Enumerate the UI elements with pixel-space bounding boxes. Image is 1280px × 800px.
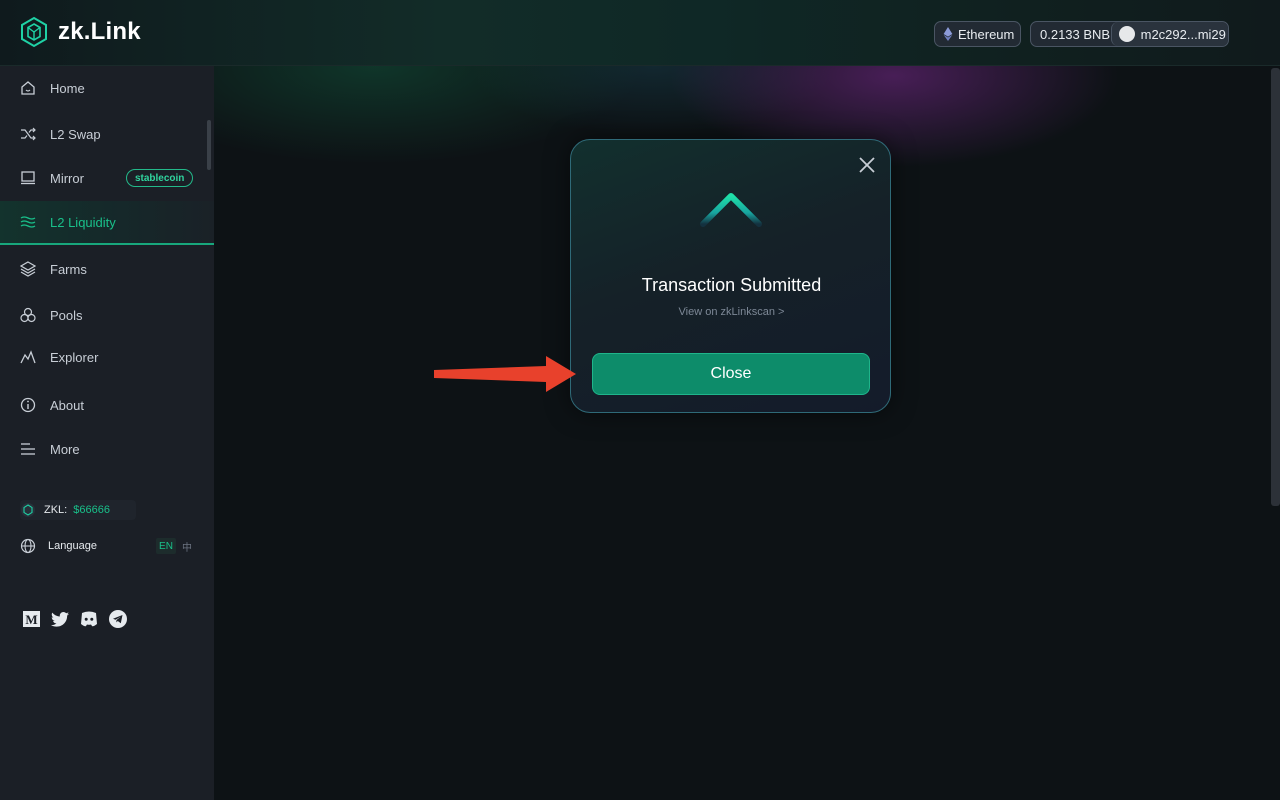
network-label: Ethereum [958,26,1015,42]
liquidity-icon [20,216,36,228]
sidebar-item-pools[interactable]: Pools [0,293,214,337]
sidebar-item-label: Home [50,80,85,96]
layers-icon [20,261,36,277]
network-selector[interactable]: Ethereum [934,21,1021,47]
wallet-address: m2c292...mi29 [1140,26,1226,42]
sidebar-item-more[interactable]: More [0,427,214,471]
chart-line-icon [20,350,36,364]
mirror-icon [21,171,35,185]
zkl-label: ZKL: [44,504,68,516]
close-icon[interactable] [857,155,877,175]
sidebar-item-l2-swap[interactable]: L2 Swap [0,112,214,156]
annotation-arrow-icon [434,356,576,392]
svg-text:M: M [25,612,37,627]
info-icon [20,397,36,413]
logo-text: zk.Link [58,18,141,45]
avatar [1118,26,1135,42]
menu-icon [21,443,35,455]
wallet-address-chip[interactable]: m2c292...mi29 [1110,22,1228,46]
wallet-button[interactable]: 0.2133 BNB m2c292...mi29 [1030,21,1229,47]
twitter-icon[interactable] [51,610,69,628]
sidebar-item-explorer[interactable]: Explorer [0,335,214,379]
globe-icon [20,538,36,554]
language-en-option[interactable]: EN [156,538,176,554]
zklink-logo-icon [21,16,47,48]
sidebar-item-home[interactable]: Home [0,66,214,110]
telegram-icon[interactable] [109,610,127,628]
zkl-token-icon [21,503,35,517]
sidebar-item-label: About [50,397,84,413]
zkl-price: $66666 [73,504,110,516]
sidebar-item-l2-liquidity[interactable]: L2 Liquidity [0,201,214,245]
arrow-up-icon [700,193,762,256]
sidebar-item-mirror[interactable]: Mirror stablecoin [0,156,214,200]
sidebar: Home L2 Swap Mirror stablecoin L2 Liquid… [0,66,214,800]
sidebar-item-label: Farms [50,261,87,277]
home-icon [21,81,35,95]
sidebar-item-label: L2 Swap [50,126,101,142]
pools-icon [20,307,36,323]
sidebar-item-label: L2 Liquidity [50,214,116,230]
zkl-price-chip: ZKL: $66666 [20,500,136,520]
close-button[interactable]: Close [592,353,870,395]
swap-icon [21,127,36,141]
app-logo[interactable]: zk.Link [18,16,141,48]
transaction-submitted-dialog: Transaction Submitted View on zkLinkscan… [570,139,891,413]
language-zh-option[interactable]: 中 [182,539,192,554]
sidebar-item-label: Explorer [50,349,99,365]
language-selector: Language EN 中 [20,538,192,554]
sidebar-item-label: Mirror [50,170,84,186]
social-links: M [22,610,127,628]
discord-icon[interactable] [80,610,98,628]
sidebar-item-farms[interactable]: Farms [0,247,214,291]
language-label: Language [48,540,97,552]
ethereum-icon [943,27,953,41]
medium-icon[interactable]: M [22,610,40,628]
top-header: zk.Link Ethereum 0.2133 BNB m2c292...mi2… [0,0,1280,66]
page-scrollbar[interactable] [1271,68,1280,506]
view-on-zklinkscan-link[interactable]: View on zkLinkscan > [571,306,892,318]
sidebar-item-label: More [50,441,80,457]
sidebar-item-about[interactable]: About [0,383,214,427]
dialog-title: Transaction Submitted [641,275,822,295]
stablecoin-badge: stablecoin [125,169,194,187]
sidebar-item-label: Pools [50,307,83,323]
wallet-balance: 0.2133 BNB [1040,26,1111,42]
